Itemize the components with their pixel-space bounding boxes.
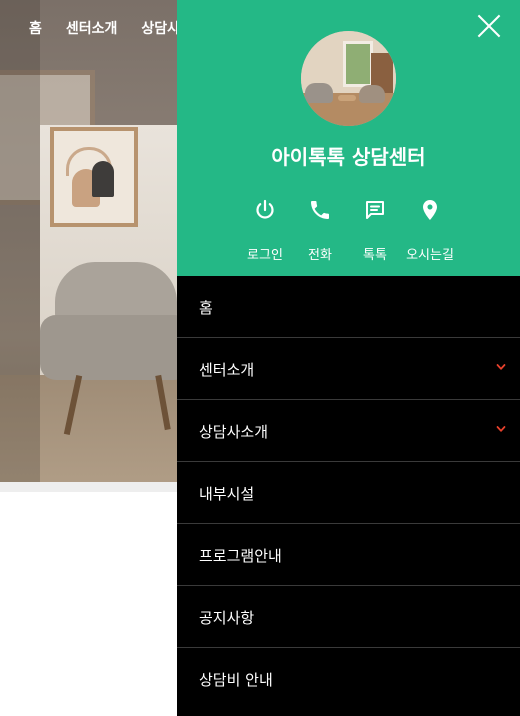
- close-icon[interactable]: [475, 12, 503, 40]
- chat-icon: [345, 198, 405, 232]
- quick-link-label: 톡톡: [363, 248, 387, 263]
- quick-link-chat[interactable]: 톡톡: [345, 194, 405, 264]
- armchair-seat: [40, 315, 190, 380]
- drawer-header: 아이톡톡 상담센터 로그인 전화 톡톡 오시는길: [177, 0, 520, 276]
- menu-item-label: 프로그램안내: [199, 547, 282, 565]
- quick-link-directions[interactable]: 오시는길: [400, 194, 460, 264]
- phone-icon: [290, 198, 350, 232]
- power-icon: [235, 198, 295, 232]
- menu-item-about[interactable]: 센터소개: [177, 338, 520, 400]
- menu-item-label: 상담사소개: [199, 423, 269, 441]
- menu-item-label: 공지사항: [199, 609, 255, 627]
- menu-item-label: 센터소개: [199, 361, 255, 379]
- quick-links: 로그인 전화 톡톡 오시는길: [227, 194, 477, 264]
- chevron-down-icon[interactable]: [496, 424, 506, 434]
- quick-link-label: 전화: [308, 248, 332, 263]
- chevron-down-icon[interactable]: [496, 362, 506, 372]
- quick-link-label: 오시는길: [406, 248, 454, 263]
- menu-item-label: 내부시설: [199, 485, 255, 503]
- center-avatar: [301, 31, 396, 126]
- side-drawer: 아이톡톡 상담센터 로그인 전화 톡톡 오시는길 홈 센터소개 상담사소개 내부…: [177, 0, 520, 716]
- quick-link-phone[interactable]: 전화: [290, 194, 350, 264]
- menu-item-label: 홈: [199, 299, 213, 317]
- quick-link-label: 로그인: [247, 248, 283, 263]
- top-nav: 홈 센터소개 상담사: [0, 18, 192, 42]
- menu-item-home[interactable]: 홈: [177, 276, 520, 338]
- menu-item-programs[interactable]: 프로그램안내: [177, 524, 520, 586]
- wall-art: [50, 127, 138, 227]
- menu-item-fees[interactable]: 상담비 안내: [177, 648, 520, 709]
- center-name: 아이톡톡 상담센터: [271, 145, 426, 169]
- menu-item-label: 상담비 안내: [199, 671, 273, 689]
- drawer-menu: 홈 센터소개 상담사소개 내부시설 프로그램안내 공지사항 상담비 안내: [177, 276, 520, 709]
- menu-item-counselors[interactable]: 상담사소개: [177, 400, 520, 462]
- menu-item-notices[interactable]: 공지사항: [177, 586, 520, 648]
- location-pin-icon: [400, 198, 460, 232]
- top-nav-about[interactable]: 센터소개: [54, 18, 130, 42]
- quick-link-login[interactable]: 로그인: [235, 194, 295, 264]
- menu-item-facilities[interactable]: 내부시설: [177, 462, 520, 524]
- top-nav-home[interactable]: 홈: [0, 18, 54, 42]
